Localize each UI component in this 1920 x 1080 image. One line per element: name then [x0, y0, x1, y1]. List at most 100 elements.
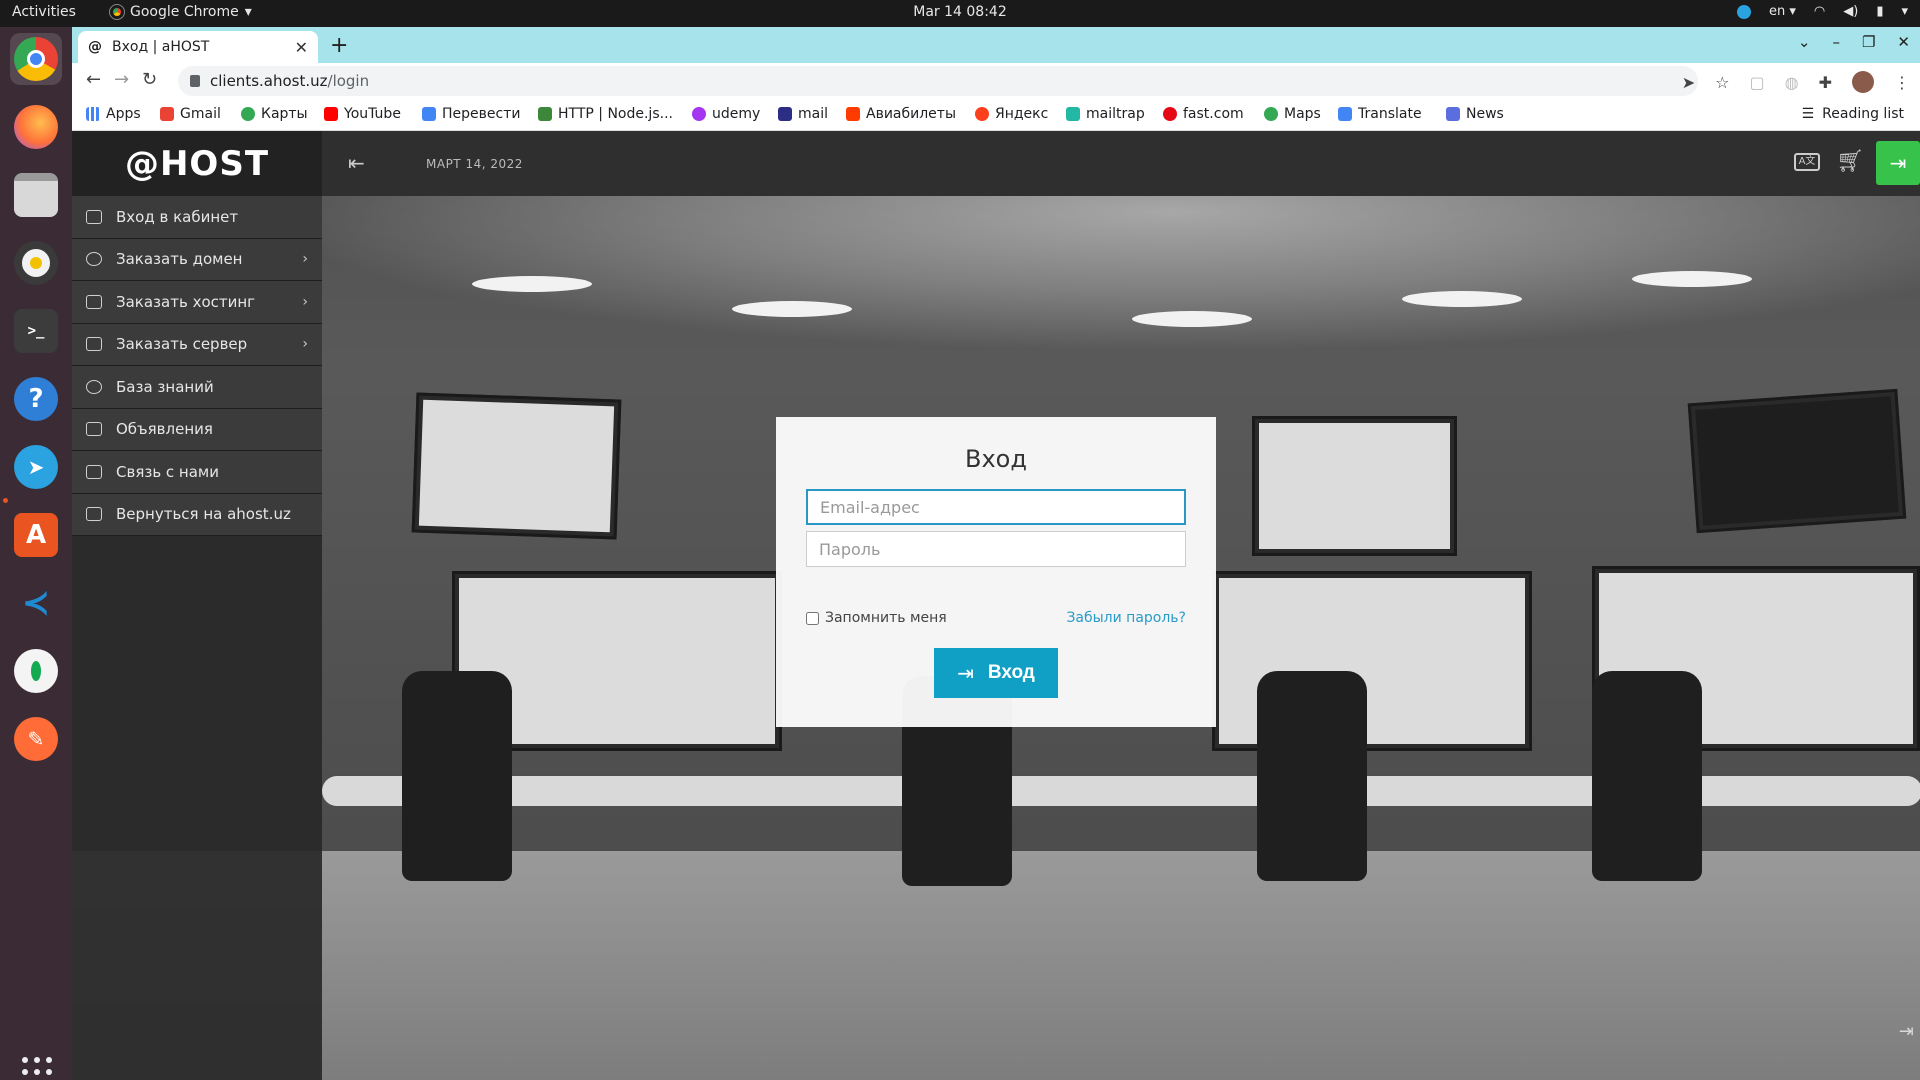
dock-files[interactable] — [10, 169, 62, 221]
language-indicator[interactable]: en ▾ — [1769, 4, 1796, 19]
sidebar-item-login[interactable]: Вход в кабинет — [72, 196, 322, 239]
activities-button[interactable]: Activities — [12, 4, 76, 20]
login-submit-button[interactable]: ⇥ Вход — [934, 648, 1058, 698]
sidebar-item-label: Заказать хостинг — [116, 292, 256, 311]
sidebar-item-knowledge-base[interactable]: База знаний — [72, 366, 322, 409]
extension-icon[interactable]: ◍ — [1785, 73, 1799, 92]
dock-mongodb-compass[interactable] — [10, 645, 62, 697]
tab-strip: @ Вход | aHOST ✕ + ⌄ – ❐ ✕ — [72, 27, 1920, 63]
dock-chrome[interactable] — [10, 33, 62, 85]
bookmark-udemy[interactable]: udemy — [692, 106, 760, 122]
password-field[interactable] — [806, 531, 1186, 567]
bookmark-youtube[interactable]: YouTube — [324, 106, 401, 122]
bookmark-apps[interactable]: Apps — [86, 106, 141, 122]
remember-me[interactable]: Запомнить меня — [806, 610, 947, 626]
tab-close-icon[interactable]: ✕ — [295, 38, 308, 57]
bookmark-mailtrap[interactable]: mailtrap — [1066, 106, 1145, 122]
bookmark-yandex[interactable]: Яндекс — [975, 106, 1048, 122]
send-to-device-icon[interactable]: ➤ — [1682, 73, 1695, 92]
browser-toolbar: ← → ↻ clients.ahost.uz/login ➤ ☆ ▢ ◍ ✚ ⋮ — [72, 63, 1920, 99]
nodejs-icon — [538, 107, 552, 121]
email-field[interactable] — [806, 489, 1186, 525]
telegram-tray-icon[interactable] — [1736, 4, 1751, 19]
dock-firefox[interactable] — [10, 101, 62, 153]
bookmark-news[interactable]: News — [1446, 106, 1504, 122]
reading-list-button[interactable]: ☰ Reading list — [1802, 106, 1904, 122]
youtube-icon — [324, 107, 338, 121]
restore-button[interactable]: ❐ — [1862, 33, 1875, 51]
bookmark-label: News — [1466, 106, 1504, 122]
bookmark-mail[interactable]: mail — [778, 106, 828, 122]
bookmark-fastcom[interactable]: fast.com — [1163, 106, 1244, 122]
volume-icon[interactable]: ◀) — [1843, 4, 1858, 19]
bookmark-gmail[interactable]: Gmail — [160, 106, 221, 122]
maps-pin-icon — [1264, 107, 1278, 121]
sidebar-item-order-domain[interactable]: Заказать домен › — [72, 238, 322, 281]
dock-telegram[interactable]: ➤ — [10, 441, 62, 493]
bookmark-label: Перевести — [442, 106, 521, 122]
back-button[interactable]: ← — [86, 69, 101, 90]
app-menu[interactable]: Google Chrome ▾ — [109, 4, 252, 20]
sidebar-item-contact[interactable]: Связь с нами — [72, 451, 322, 494]
chrome-menu-icon[interactable]: ⋮ — [1894, 73, 1910, 92]
dock-rhythmbox[interactable] — [10, 237, 62, 289]
address-bar[interactable]: clients.ahost.uz/login — [178, 66, 1698, 96]
sidebar-item-order-server[interactable]: Заказать сервер › — [72, 323, 322, 366]
reading-list-icon: ☰ — [1801, 106, 1815, 122]
dock-software-center[interactable]: A — [10, 509, 62, 561]
dock-terminal[interactable]: >_ — [10, 305, 62, 357]
close-window-button[interactable]: ✕ — [1897, 33, 1910, 51]
sidebar-item-announcements[interactable]: Объявления — [72, 408, 322, 451]
site-logo[interactable]: @HOST — [72, 131, 322, 196]
dock-help[interactable]: ? — [10, 373, 62, 425]
sidebar-item-order-hosting[interactable]: Заказать хостинг › — [72, 281, 322, 324]
bookmark-maps[interactable]: Maps — [1264, 106, 1321, 122]
power-menu-icon[interactable]: ▾ — [1901, 4, 1908, 19]
sidebar-item-back-to-site[interactable]: Вернуться на ahost.uz — [72, 493, 322, 536]
collapse-sidebar-icon[interactable]: ⇤ — [348, 151, 365, 175]
system-clock[interactable]: Mar 14 08:42 — [0, 4, 1920, 20]
tab-search-icon[interactable]: ⌄ — [1798, 33, 1811, 51]
chrome-icon — [14, 37, 58, 81]
remember-me-checkbox[interactable] — [806, 611, 819, 625]
extension-icon[interactable]: ▢ — [1750, 73, 1765, 92]
bookmark-aviabilety[interactable]: Авиабилеты — [846, 106, 956, 122]
remember-me-label: Запомнить меня — [825, 610, 947, 626]
profile-avatar[interactable] — [1852, 71, 1874, 93]
question-circle-icon — [86, 379, 102, 394]
window-controls: ⌄ – ❐ ✕ — [1798, 33, 1910, 51]
extensions-puzzle-icon[interactable]: ✚ — [1819, 73, 1832, 92]
background-monitor — [411, 392, 622, 540]
bookmark-nodejs[interactable]: HTTP | Node.js... — [538, 106, 673, 122]
bookmarks-bar: Apps Gmail Карты YouTube Перевести HTTP … — [72, 99, 1920, 131]
bookmark-star-icon[interactable]: ☆ — [1715, 73, 1729, 92]
news-icon — [1446, 107, 1460, 121]
reload-button[interactable]: ↻ — [142, 69, 157, 90]
sign-in-icon: ⇥ — [957, 662, 974, 685]
wifi-icon[interactable]: ◠ — [1814, 4, 1825, 19]
lock-icon[interactable] — [190, 75, 200, 87]
sign-in-button[interactable]: ⇥ — [1876, 141, 1920, 185]
background-chair — [1592, 671, 1702, 881]
cart-icon[interactable]: 🛒︎ — [1836, 149, 1864, 174]
terminal-icon: >_ — [14, 309, 58, 353]
bookmark-translate[interactable]: Translate — [1338, 106, 1422, 122]
show-applications-icon[interactable] — [22, 1057, 52, 1080]
hdd-icon — [86, 294, 102, 309]
bookmark-translate-ru[interactable]: Перевести — [422, 106, 520, 122]
udemy-icon — [692, 107, 706, 121]
system-tray[interactable]: en ▾ ◠ ◀) ▮ ▾ — [1736, 4, 1908, 19]
forward-button[interactable]: → — [114, 69, 129, 90]
dock-vscode[interactable]: ≺ — [10, 577, 62, 629]
reading-list-label: Reading list — [1822, 106, 1904, 122]
bookmark-maps-ru[interactable]: Карты — [241, 106, 308, 122]
minimize-button[interactable]: – — [1832, 33, 1840, 51]
new-tab-button[interactable]: + — [330, 33, 348, 58]
tab-active[interactable]: @ Вход | aHOST ✕ — [78, 31, 318, 63]
forgot-password-link[interactable]: Забыли пароль? — [1066, 610, 1186, 626]
translate-icon — [422, 107, 436, 121]
battery-icon[interactable]: ▮ — [1876, 4, 1883, 19]
dock-postman[interactable]: ✎ — [10, 713, 62, 765]
language-switch-icon[interactable]: A文 — [1794, 153, 1820, 171]
bookmark-label: Авиабилеты — [866, 106, 957, 122]
